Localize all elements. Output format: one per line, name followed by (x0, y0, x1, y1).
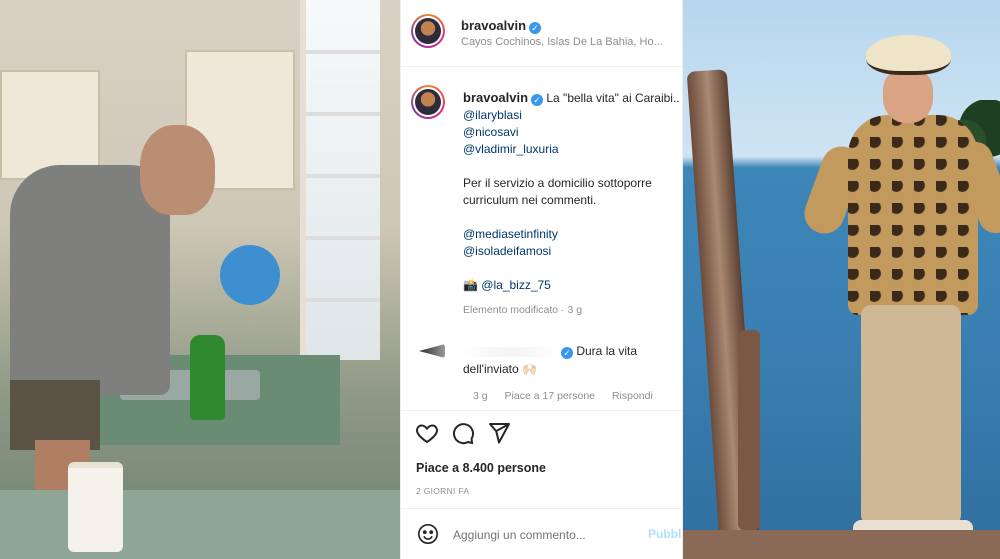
mention-link[interactable]: @isoladeifamosi (463, 243, 682, 260)
post-location[interactable]: Cayos Cochinos, Islas De La Bahia, Ho... (461, 36, 682, 48)
likes-count[interactable]: Piace a 8.400 persone (416, 461, 546, 475)
mention-link[interactable]: @mediasetinfinity (463, 226, 682, 243)
add-comment-bar: Pubblica (401, 515, 682, 559)
comment-icon[interactable] (451, 421, 475, 445)
comment-likes-link[interactable]: Piace a 17 persone (505, 390, 595, 402)
send-icon[interactable] (487, 421, 511, 445)
avatar[interactable] (411, 85, 445, 119)
mention-link[interactable]: @vladimir_luxuria (463, 141, 682, 158)
verified-badge-icon: ✓ (561, 347, 573, 359)
commenter-avatar[interactable] (419, 344, 445, 358)
reply-button[interactable]: Rispondi (612, 390, 653, 402)
comment-text: Dura la vita (576, 344, 638, 358)
verified-badge-icon: ✓ (529, 22, 542, 34)
hat (866, 35, 951, 75)
heart-icon[interactable] (415, 421, 439, 445)
post-username[interactable]: bravoalvin (461, 18, 526, 33)
verified-badge-icon: ✓ (531, 94, 544, 106)
comment-input[interactable] (453, 524, 633, 546)
instagram-post-panel: bravoalvin ✓ Cayos Cochinos, Islas De La … (400, 0, 683, 559)
commenter-username[interactable] (463, 346, 558, 357)
caption-body: curriculum nei commenti. (463, 193, 597, 207)
edited-meta: Elemento modificato · 3 g (463, 304, 583, 316)
emoji-icon[interactable] (417, 523, 439, 545)
caption-body: Per il servizio a domicilio sottoporre (463, 176, 652, 190)
mention-link[interactable]: @nicosavi (463, 124, 682, 141)
island-photo (683, 0, 1000, 559)
comment-text: dell'inviato 🙌🏻 (463, 362, 537, 376)
post-header: bravoalvin ✓ Cayos Cochinos, Islas De La … (411, 14, 681, 54)
avatar[interactable] (411, 14, 445, 48)
post-actions (415, 420, 511, 446)
kitchen-photo (0, 0, 400, 559)
mention-link[interactable]: @ilaryblasi (463, 107, 682, 124)
comment-time: 3 g (473, 390, 488, 402)
window (300, 0, 380, 360)
caption-username[interactable]: bravoalvin (463, 90, 528, 105)
publish-button[interactable]: Pubblica (648, 527, 682, 541)
caption-first-line: La "bella vita" ai Caraibi.. (546, 91, 680, 105)
comment-meta: 3 g Piace a 17 persone Rispondi (473, 390, 667, 402)
credit-mention-link[interactable]: @la_bizz_75 (481, 278, 551, 292)
post-time: 2 GIORNI FA (416, 486, 470, 496)
camera-emoji: 📸 (463, 278, 478, 292)
